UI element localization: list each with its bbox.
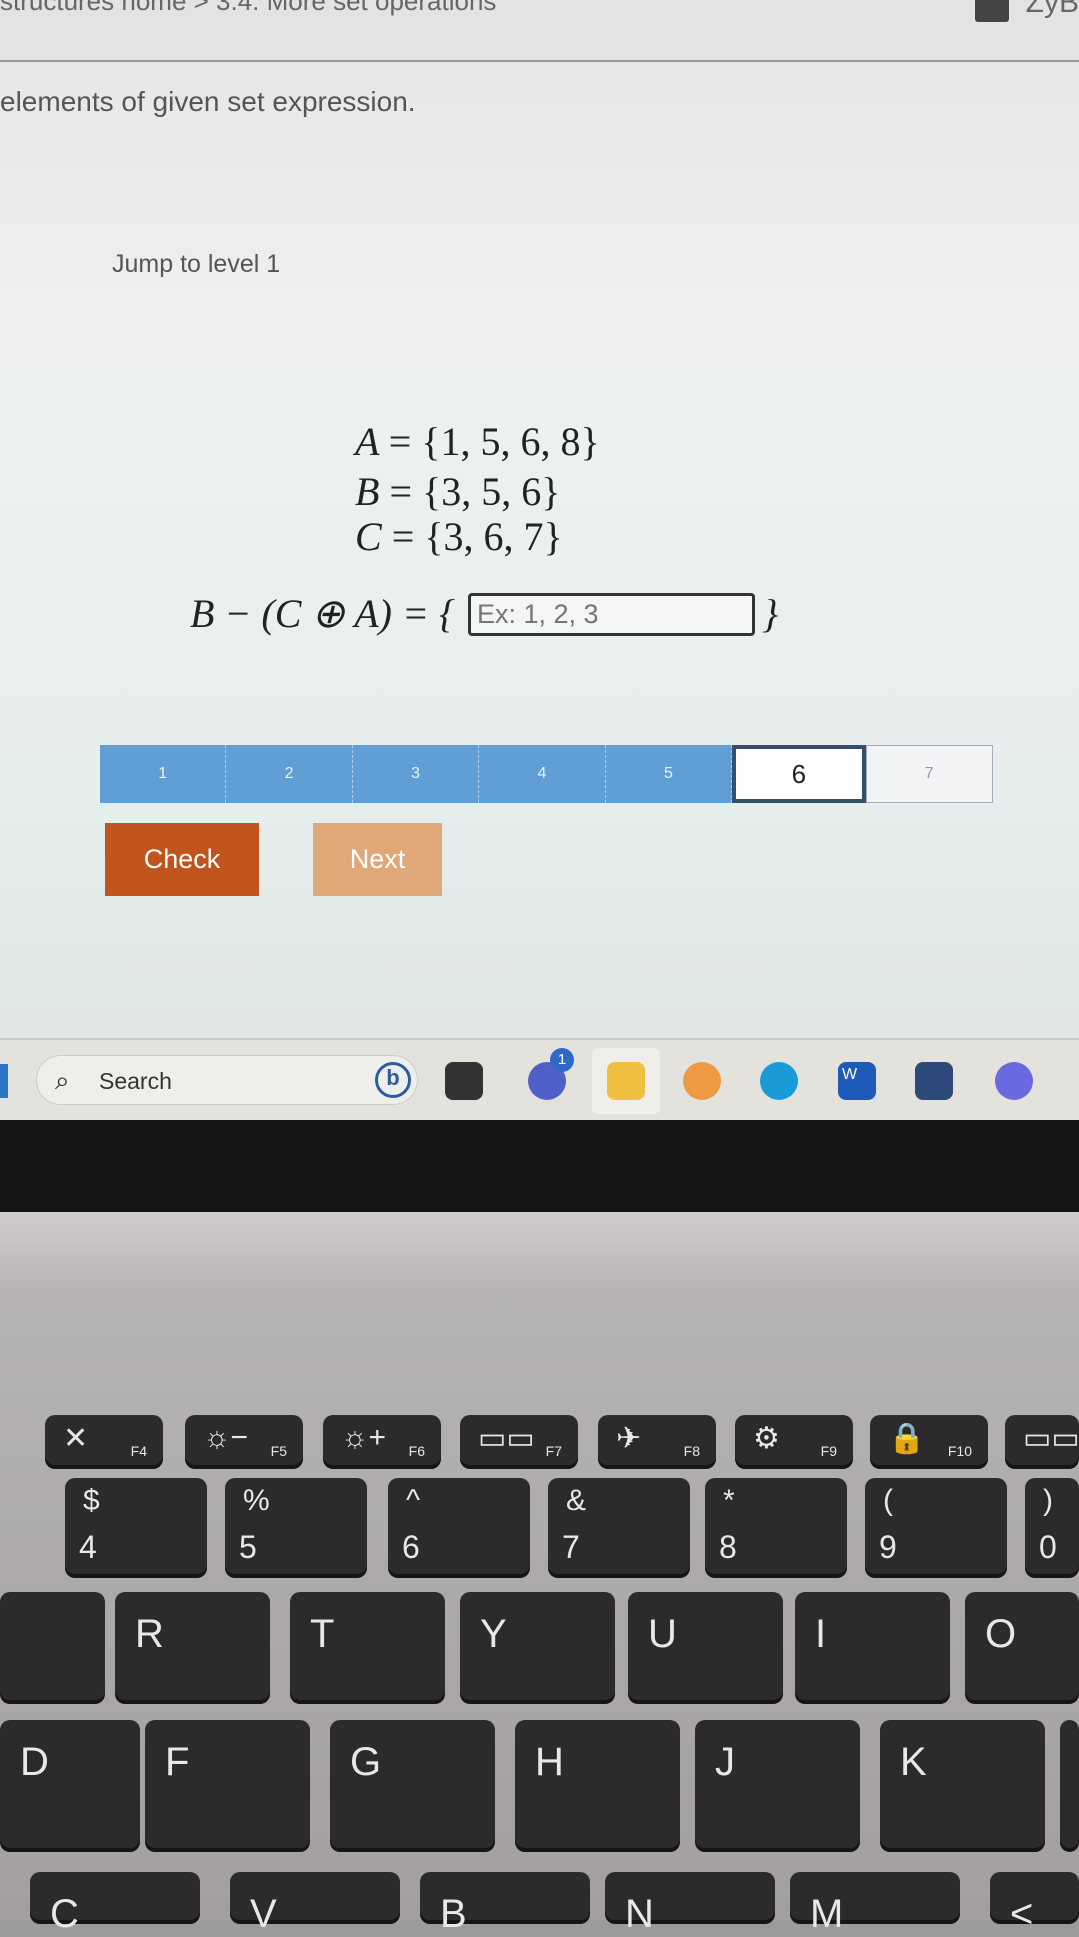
letter-key[interactable]: M (790, 1872, 960, 1936)
function-key[interactable]: 🔒 F10 (870, 1415, 988, 1465)
letter-key[interactable]: < (990, 1872, 1079, 1936)
edge-icon[interactable] (760, 1062, 798, 1100)
taskbar: ⌕ Search b 1 W (0, 1038, 1079, 1120)
letter-key[interactable] (1060, 1720, 1079, 1848)
letter-key[interactable]: K (880, 1720, 1045, 1848)
level-6[interactable]: 6 (732, 745, 866, 803)
letter-key[interactable]: I (795, 1592, 950, 1700)
bing-icon[interactable]: b (375, 1062, 411, 1098)
search-icon: ⌕ (55, 1065, 70, 1095)
next-button[interactable]: Next (313, 823, 442, 896)
instruction: elements of given set expression. (0, 86, 416, 117)
letter-key[interactable]: C (30, 1872, 200, 1936)
letter-key[interactable]: F (145, 1720, 310, 1848)
letter-key[interactable] (0, 1592, 105, 1700)
store-icon[interactable] (915, 1062, 953, 1100)
letter-key[interactable]: H (515, 1720, 680, 1848)
file-explorer-icon[interactable] (607, 1062, 645, 1100)
level-4[interactable]: 4 (479, 745, 606, 803)
level-1[interactable]: 1 (100, 745, 227, 803)
function-key[interactable]: ☼− F5 (185, 1415, 303, 1465)
level-3[interactable]: 3 (352, 745, 480, 803)
notification-badge: 1 (550, 1048, 574, 1072)
number-key[interactable]: & 7 (548, 1478, 690, 1574)
check-button[interactable]: Check (105, 823, 259, 896)
brand: ZyB (1025, 0, 1079, 19)
function-key[interactable]: ▭▭▭ (1005, 1415, 1079, 1465)
function-key[interactable]: ▭▭ F7 (460, 1415, 578, 1465)
top-bar: structures home > 3.4. More set operatio… (0, 0, 1079, 62)
task-view-icon[interactable] (445, 1062, 483, 1100)
letter-key[interactable]: T (290, 1592, 445, 1700)
function-key[interactable]: ✕ F4 (45, 1415, 163, 1465)
jump-to-level[interactable]: Jump to level 1 (112, 250, 280, 279)
laptop-body (0, 1212, 1079, 1288)
word-icon[interactable]: W (838, 1062, 876, 1100)
copilot-icon[interactable] (995, 1062, 1033, 1100)
number-key[interactable]: $4 (65, 1478, 207, 1574)
letter-key[interactable]: O (965, 1592, 1079, 1700)
number-key[interactable]: ^ 6 (388, 1478, 530, 1574)
expression-close: } (762, 591, 778, 636)
breadcrumb[interactable]: structures home > 3.4. More set operatio… (0, 0, 496, 17)
set-a: A = {1, 5, 6, 8} (355, 419, 600, 464)
level-2[interactable]: 2 (226, 745, 353, 803)
letter-key[interactable]: R (115, 1592, 270, 1700)
level-5[interactable]: 5 (605, 745, 733, 803)
letter-key[interactable]: J (695, 1720, 860, 1848)
screen: structures home > 3.4. More set operatio… (0, 0, 1079, 1120)
browser-icon[interactable] (683, 1062, 721, 1100)
letter-key[interactable]: D (0, 1720, 140, 1848)
start-icon[interactable] (0, 1064, 8, 1098)
function-key[interactable]: ⚙ F9 (735, 1415, 853, 1465)
letter-key[interactable]: U (628, 1592, 783, 1700)
expression: B − (C ⊕ A) = { (190, 591, 455, 636)
set-b: B = {3, 5, 6} (355, 469, 561, 514)
level-7[interactable]: 7 (865, 745, 993, 803)
function-key[interactable]: ✈ F8 (598, 1415, 716, 1465)
number-key[interactable]: ) 0 (1025, 1478, 1079, 1574)
set-c: C = {3, 6, 7} (355, 514, 563, 559)
answer-input[interactable] (468, 593, 755, 636)
search-placeholder: Search (99, 1068, 172, 1094)
keyboard: ✕F4 ☼−F5 ☼+F6 ▭▭F7 ✈F8 ⚙F9 🔒F10 ▭▭▭ $4%5^6&7*8(9… (0, 1288, 1079, 1936)
function-key[interactable]: ☼+ F6 (323, 1415, 441, 1465)
level-bar: 1234567 (100, 745, 993, 803)
teams-icon[interactable]: 1 (528, 1048, 574, 1100)
letter-key[interactable]: V (230, 1872, 400, 1936)
letter-key[interactable]: N (605, 1872, 775, 1936)
taskbar-search[interactable]: ⌕ Search b (36, 1055, 418, 1105)
book-icon[interactable] (975, 0, 1009, 22)
letter-key[interactable]: B (420, 1872, 590, 1936)
number-key[interactable]: (9 (865, 1478, 1007, 1574)
laptop-bezel (0, 1120, 1079, 1212)
number-key[interactable]: % 5 (225, 1478, 367, 1574)
letter-key[interactable]: G (330, 1720, 495, 1848)
letter-key[interactable]: Y (460, 1592, 615, 1700)
number-key[interactable]: * 8 (705, 1478, 847, 1574)
